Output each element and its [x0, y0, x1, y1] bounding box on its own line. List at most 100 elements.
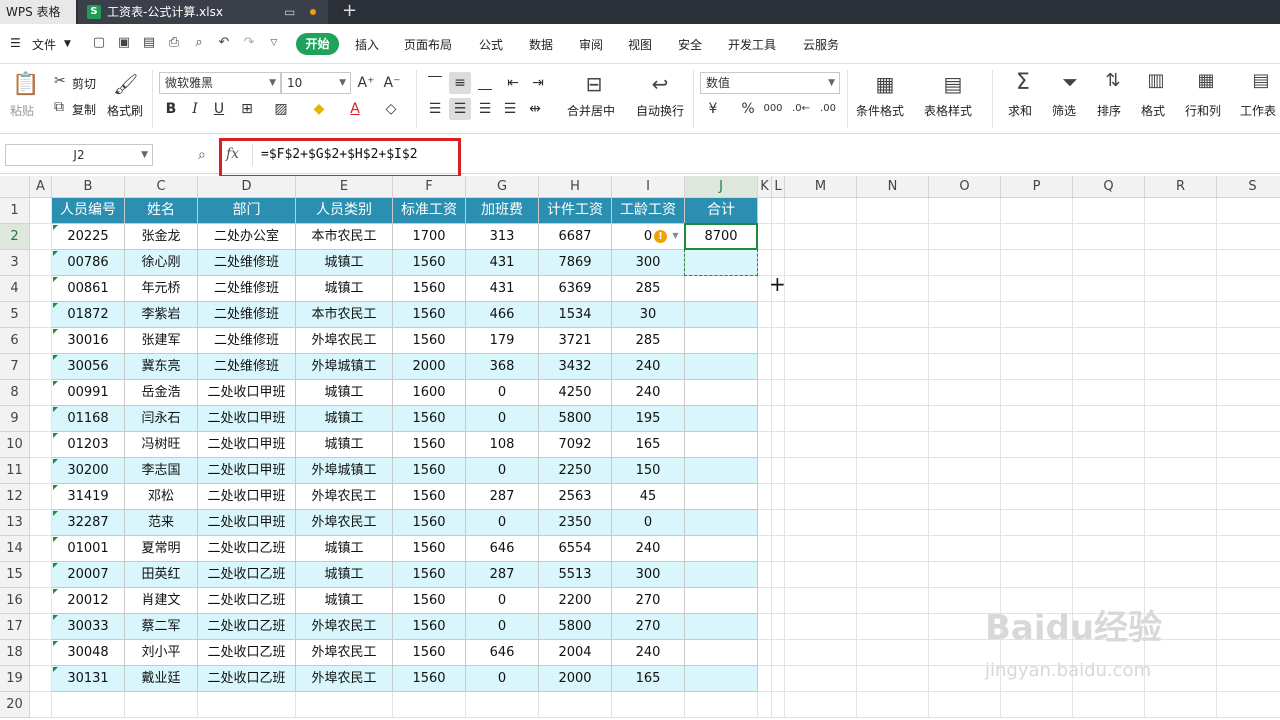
table-cell[interactable]: 2250	[539, 458, 612, 484]
table-cell[interactable]	[1217, 458, 1280, 484]
table-header-cell[interactable]: 人员类别	[296, 198, 393, 224]
table-cell[interactable]: 外埠农民工	[296, 484, 393, 510]
table-cell[interactable]	[758, 666, 772, 692]
table-cell[interactable]: 外埠农民工	[296, 640, 393, 666]
row-header[interactable]: 12	[0, 484, 30, 510]
row-header[interactable]: 1	[0, 198, 30, 224]
table-cell[interactable]	[929, 276, 1001, 302]
table-cell[interactable]	[929, 406, 1001, 432]
table-cell[interactable]: 张建军	[125, 328, 198, 354]
table-cell[interactable]: 3721	[539, 328, 612, 354]
table-cell[interactable]: 刘小平	[125, 640, 198, 666]
table-cell[interactable]: 邓松	[125, 484, 198, 510]
table-cell[interactable]	[1001, 536, 1073, 562]
table-cell[interactable]	[1145, 380, 1217, 406]
table-cell[interactable]	[929, 562, 1001, 588]
table-cell[interactable]	[1145, 250, 1217, 276]
table-cell[interactable]	[785, 562, 857, 588]
table-cell[interactable]	[1001, 692, 1073, 718]
table-cell[interactable]: 4250	[539, 380, 612, 406]
table-cell[interactable]	[857, 406, 929, 432]
table-cell[interactable]	[1217, 380, 1280, 406]
table-cell[interactable]: 0	[466, 666, 539, 692]
table-cell[interactable]	[758, 224, 772, 250]
table-cell[interactable]: 165	[612, 432, 685, 458]
table-cell[interactable]: 00786	[52, 250, 125, 276]
table-cell[interactable]	[1217, 510, 1280, 536]
table-cell[interactable]	[1217, 614, 1280, 640]
table-cell[interactable]: 外埠城镇工	[296, 354, 393, 380]
table-cell[interactable]: 30056	[52, 354, 125, 380]
thousands-icon[interactable]: 000	[762, 98, 784, 120]
table-cell[interactable]	[30, 224, 52, 250]
table-cell[interactable]: 夏常明	[125, 536, 198, 562]
column-header[interactable]: O	[929, 176, 1001, 198]
hamburger-icon[interactable]: ☰	[10, 36, 21, 50]
table-cell[interactable]	[1217, 354, 1280, 380]
add-tab-icon[interactable]: +	[342, 0, 357, 22]
row-header[interactable]: 4	[0, 276, 30, 302]
table-cell[interactable]	[685, 484, 758, 510]
table-cell[interactable]: 31419	[52, 484, 125, 510]
table-cell[interactable]: 240	[612, 354, 685, 380]
print-icon[interactable]: ⎙	[167, 36, 181, 50]
table-cell[interactable]: 外埠城镇工	[296, 458, 393, 484]
table-cell[interactable]	[30, 588, 52, 614]
table-cell[interactable]	[1145, 276, 1217, 302]
eraser-icon[interactable]: ◇	[380, 98, 402, 120]
table-cell[interactable]	[929, 198, 1001, 224]
table-cell[interactable]	[30, 640, 52, 666]
table-cell[interactable]	[929, 380, 1001, 406]
table-cell[interactable]	[1145, 458, 1217, 484]
table-cell[interactable]	[125, 692, 198, 718]
wrap-text-button[interactable]: 自动换行	[636, 102, 684, 119]
table-cell[interactable]	[785, 198, 857, 224]
table-cell[interactable]: 01001	[52, 536, 125, 562]
table-cell[interactable]	[1073, 276, 1145, 302]
table-cell[interactable]	[30, 562, 52, 588]
row-header[interactable]: 18	[0, 640, 30, 666]
table-cell[interactable]	[857, 328, 929, 354]
table-cell[interactable]: 外埠农民工	[296, 666, 393, 692]
table-cell[interactable]: 1560	[393, 536, 466, 562]
table-cell[interactable]: 32287	[52, 510, 125, 536]
table-cell[interactable]	[30, 354, 52, 380]
table-cell[interactable]	[929, 354, 1001, 380]
table-cell[interactable]	[685, 666, 758, 692]
table-cell[interactable]: 431	[466, 250, 539, 276]
table-cell[interactable]	[296, 692, 393, 718]
table-cell[interactable]	[785, 640, 857, 666]
table-cell[interactable]	[30, 614, 52, 640]
table-cell[interactable]	[1073, 224, 1145, 250]
column-header[interactable]: N	[857, 176, 929, 198]
table-cell[interactable]	[758, 328, 772, 354]
table-cell[interactable]: 1560	[393, 562, 466, 588]
table-cell[interactable]	[30, 692, 52, 718]
tab-data[interactable]: 数据	[529, 36, 553, 53]
table-cell[interactable]: 179	[466, 328, 539, 354]
table-cell[interactable]	[857, 354, 929, 380]
table-cell[interactable]	[685, 380, 758, 406]
table-cell[interactable]	[30, 250, 52, 276]
table-cell[interactable]: 5800	[539, 614, 612, 640]
table-cell[interactable]	[1145, 328, 1217, 354]
table-cell[interactable]	[685, 458, 758, 484]
table-cell[interactable]	[612, 692, 685, 718]
row-col-button[interactable]: 行和列	[1185, 102, 1221, 119]
table-cell[interactable]	[1217, 276, 1280, 302]
table-cell[interactable]: 150	[612, 458, 685, 484]
column-header[interactable]: G	[466, 176, 539, 198]
table-cell[interactable]	[1073, 380, 1145, 406]
table-cell[interactable]: 30016	[52, 328, 125, 354]
border-icon[interactable]: ⊞	[236, 98, 258, 120]
column-header[interactable]: B	[52, 176, 125, 198]
table-cell[interactable]: 1560	[393, 484, 466, 510]
merge-center-button[interactable]: 合并居中	[567, 102, 615, 119]
table-cell[interactable]: 431	[466, 276, 539, 302]
table-cell[interactable]: 二处维修班	[198, 250, 296, 276]
format-button[interactable]: 格式	[1141, 102, 1165, 119]
table-cell[interactable]	[857, 666, 929, 692]
italic-icon[interactable]: I	[184, 98, 206, 120]
table-cell[interactable]	[785, 380, 857, 406]
filter-button[interactable]: 筛选	[1052, 102, 1076, 119]
